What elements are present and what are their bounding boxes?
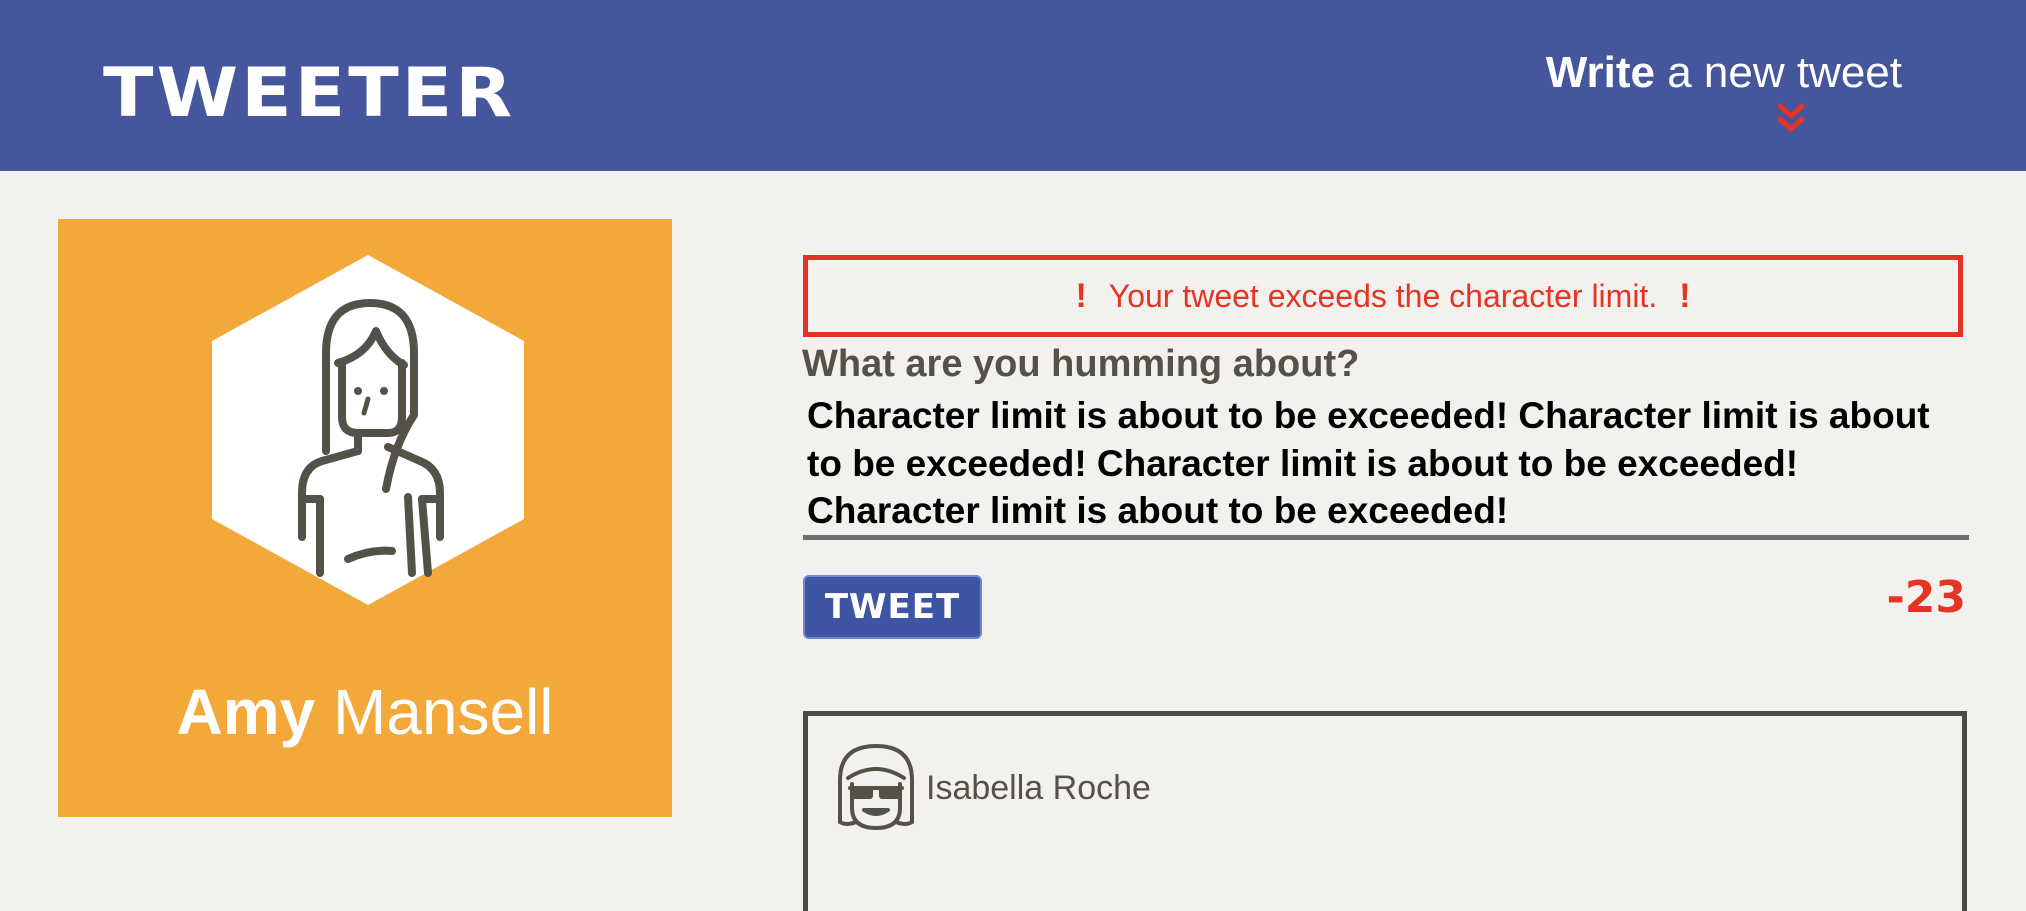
warning-icon: ! (1075, 276, 1087, 315)
compose-label: What are you humming about? (802, 343, 1360, 385)
write-strong-text: Write (1545, 48, 1655, 97)
profile-card: Amy Mansell (58, 219, 672, 817)
write-new-tweet-label: Write a new tweet (1502, 48, 1902, 98)
character-counter: -23 (1886, 572, 1967, 623)
navbar: TWEETER Write a new tweet (0, 0, 2026, 171)
profile-name: Amy Mansell (58, 675, 672, 749)
first-name: Amy (176, 676, 316, 748)
tweet-card: Isabella Roche (803, 711, 1967, 911)
warning-icon: ! (1679, 276, 1691, 315)
app-logo[interactable]: TWEETER (103, 56, 515, 130)
double-chevron-down-icon[interactable] (1772, 100, 1810, 138)
write-new-tweet-toggle[interactable]: Write a new tweet (1502, 48, 1902, 138)
tweet-button[interactable]: TWEET (803, 575, 982, 639)
user-avatar-icon (212, 255, 524, 605)
error-message: Your tweet exceeds the character limit. (1108, 277, 1658, 314)
write-rest-text: a new tweet (1654, 48, 1902, 97)
tweet-textarea[interactable]: Character limit is about to be exceeded!… (803, 392, 1969, 540)
user-avatar-sunglasses-icon (838, 744, 914, 830)
last-name: Mansell (315, 676, 554, 748)
error-banner: ! Your tweet exceeds the character limit… (803, 255, 1963, 337)
tweet-username: Isabella Roche (926, 769, 1151, 807)
